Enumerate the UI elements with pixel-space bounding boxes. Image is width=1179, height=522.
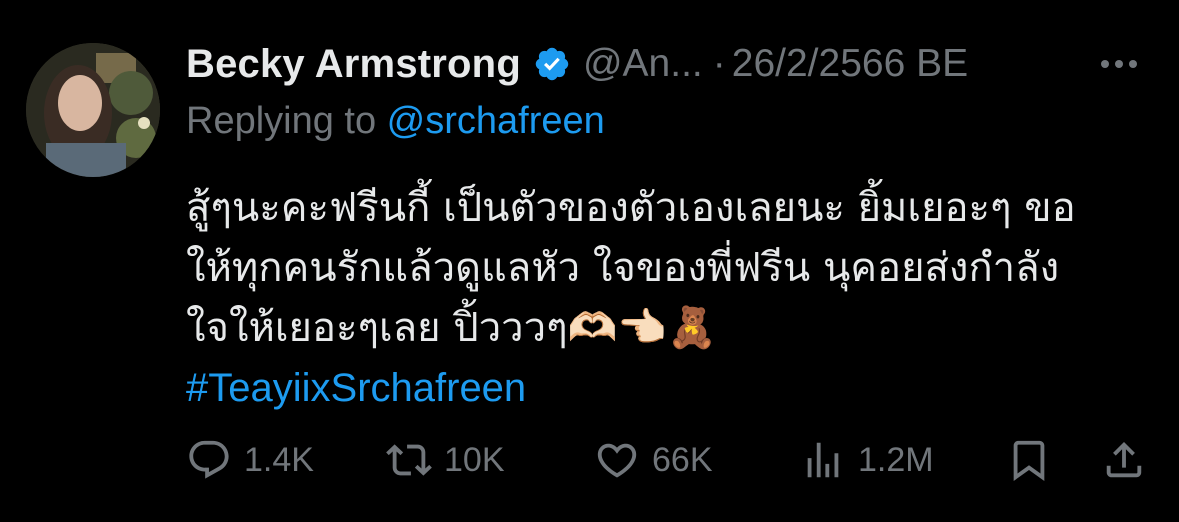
replying-to: Replying to @srchafreen (186, 100, 605, 143)
share-button[interactable] (1101, 437, 1147, 483)
views-icon (807, 442, 839, 478)
heart-icon (597, 443, 637, 478)
hashtag-link[interactable]: #TeayiixSrchafreen (186, 358, 1146, 418)
tweet-text-line: สู้ๆนะคะฟรีนกี้ เป็นตัวของตัวเองเลยนะ ยิ… (186, 185, 1076, 231)
repost-count: 10K (444, 440, 505, 479)
views-button[interactable]: 1.2M (800, 437, 934, 483)
tweet-text: สู้ๆนะคะฟรีนกี้ เป็นตัวของตัวเองเลยนะ ยิ… (186, 178, 1146, 418)
action-bar: 1.4K 10K 66K 1.2M (186, 432, 1156, 488)
more-icon[interactable] (1099, 44, 1139, 84)
reply-icon (189, 440, 229, 479)
reply-mention-link[interactable]: @srchafreen (387, 100, 605, 142)
repost-icon (386, 444, 432, 476)
bookmark-button[interactable] (1006, 437, 1052, 483)
author-display-name[interactable]: Becky Armstrong (186, 42, 521, 87)
tweet-text-line: ใจให้เยอะๆเลย ปิ้วววๆ🫶🏻👈🏻🧸 (186, 305, 717, 351)
replying-to-label: Replying to (186, 100, 387, 142)
author-handle[interactable]: @An... (583, 42, 703, 86)
reply-count: 1.4K (244, 440, 314, 479)
header-separator: · (712, 42, 726, 85)
avatar[interactable] (26, 43, 160, 177)
repost-button[interactable]: 10K (386, 437, 505, 483)
reply-button[interactable]: 1.4K (186, 437, 314, 483)
share-icon (1106, 441, 1142, 478)
tweet-text-line: ให้ทุกคนรักแล้วดูแลหัว ใจของพี่ฟรีน นุคอ… (186, 245, 1060, 291)
verified-badge-icon[interactable] (533, 45, 571, 83)
tweet-date[interactable]: 26/2/2566 BE (732, 42, 968, 86)
like-button[interactable]: 66K (594, 437, 713, 483)
bookmark-icon (1013, 440, 1045, 481)
tweet-header: Becky Armstrong @An... · 26/2/2566 BE (186, 36, 1159, 92)
like-count: 66K (652, 440, 713, 479)
views-count: 1.2M (858, 440, 934, 479)
